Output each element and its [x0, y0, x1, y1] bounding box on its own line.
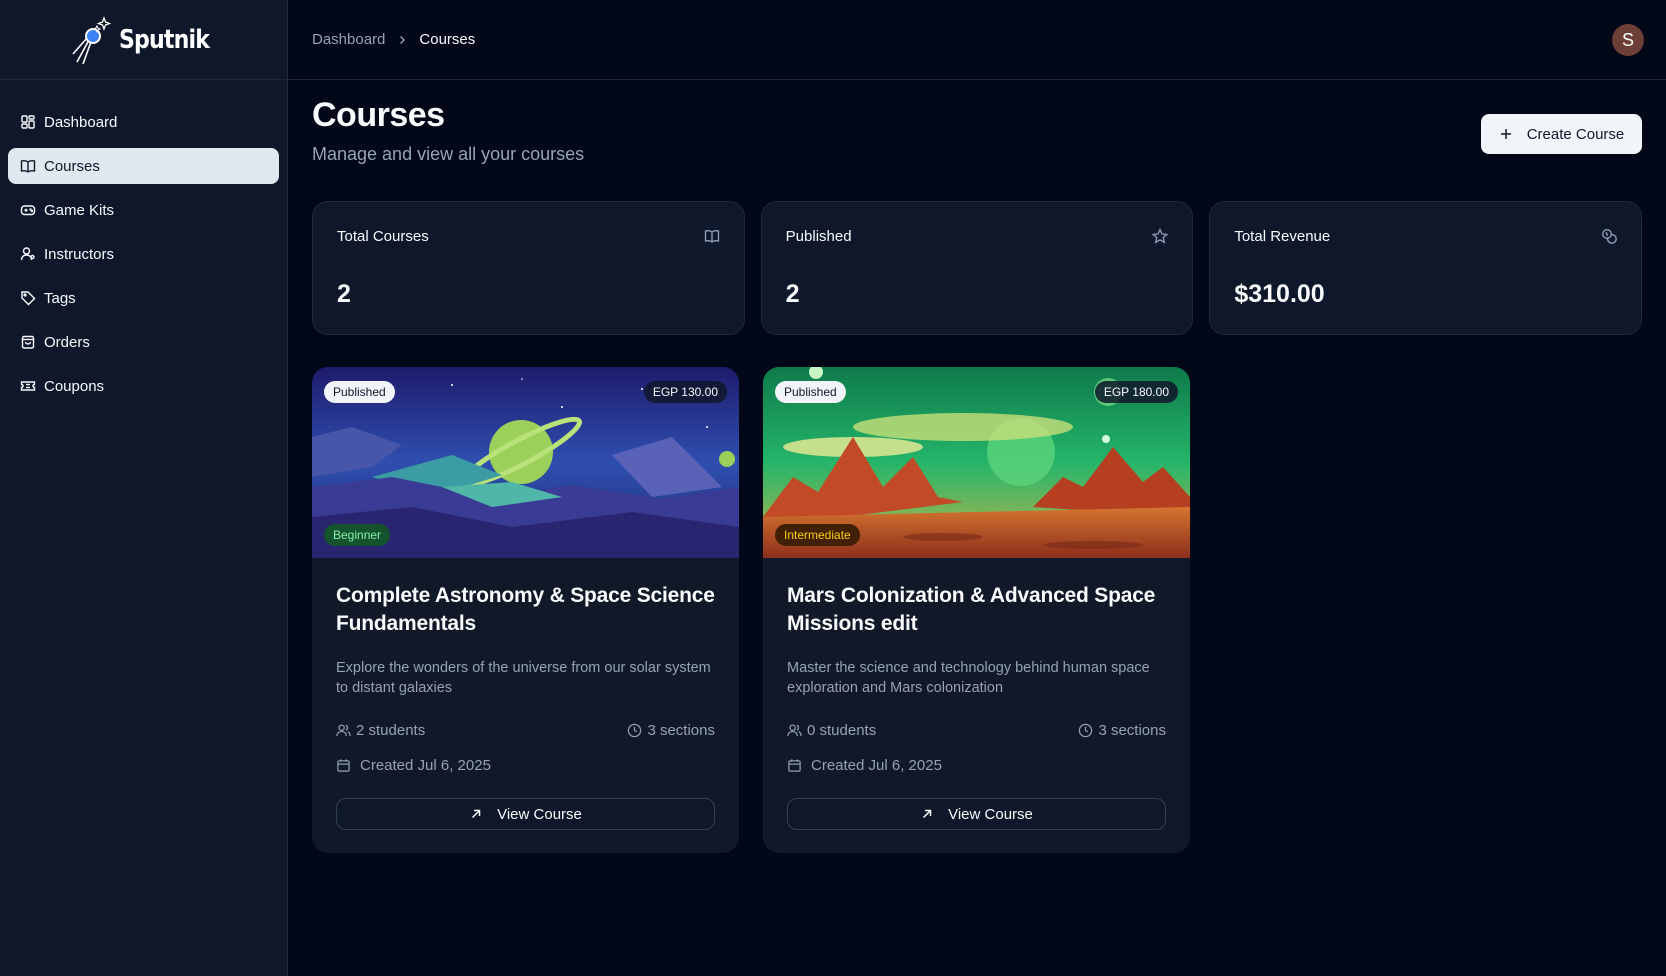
stat-card-total-courses: Total Courses 2: [312, 201, 745, 335]
stat-value: $310.00: [1234, 280, 1325, 308]
status-badge: Published: [775, 381, 846, 403]
stat-label: Total Courses: [337, 228, 429, 245]
stats-row: Total Courses 2 Published 2 Total Revenu…: [312, 201, 1643, 335]
sections-text: 3 sections: [1098, 722, 1166, 739]
arrow-up-right-icon: [923, 809, 932, 819]
sidebar-item-label: Coupons: [44, 377, 105, 395]
course-title[interactable]: Mars Colonization & Advanced Space Missi…: [787, 582, 1166, 638]
sidebar-item-instructors[interactable]: Instructors: [8, 236, 279, 272]
course-description: Explore the wonders of the universe from…: [336, 660, 711, 696]
page-subtitle: Manage and view all your courses: [312, 144, 585, 164]
user-icon: [20, 247, 35, 261]
logo[interactable]: Sputnik: [0, 0, 287, 80]
students-count: 2 students: [336, 722, 425, 739]
sections-count: 3 sections: [1078, 722, 1166, 739]
sidebar-item-courses[interactable]: Courses: [8, 148, 279, 184]
students-count: 0 students: [787, 722, 876, 739]
course-card-body: Complete Astronomy & Space Science Funda…: [312, 558, 739, 830]
tag-icon: [21, 291, 36, 306]
created-text: Created Jul 6, 2025: [360, 757, 491, 774]
create-course-button[interactable]: Create Course: [1481, 114, 1642, 154]
view-course-label: View Course: [948, 805, 1033, 823]
stat-value: 2: [337, 280, 351, 308]
sections-count: 3 sections: [627, 722, 715, 739]
plus-icon: [1500, 129, 1511, 139]
created-text: Created Jul 6, 2025: [811, 757, 942, 774]
stat-label: Total Revenue: [1234, 228, 1331, 245]
clock-icon: [628, 723, 642, 738]
course-title[interactable]: Complete Astronomy & Space Science Funda…: [336, 582, 715, 638]
level-badge: Beginner: [324, 524, 391, 546]
book-icon: [20, 160, 36, 173]
top-bar: Dashboard Courses S: [288, 0, 1666, 80]
level-badge: Intermediate: [775, 524, 860, 546]
sidebar-item-orders[interactable]: Orders: [8, 324, 279, 360]
created-date: Created Jul 6, 2025: [336, 757, 715, 774]
shopping-bag-icon: [21, 335, 35, 349]
book-icon: [704, 230, 719, 243]
students-text: 2 students: [356, 722, 426, 739]
breadcrumb-courses: Courses: [419, 31, 476, 48]
sidebar-item-dashboard[interactable]: Dashboard: [8, 104, 279, 140]
sidebar-item-label: Game Kits: [44, 201, 115, 219]
clock-icon: [1079, 723, 1093, 738]
create-course-label: Create Course: [1526, 125, 1625, 143]
gamepad-icon: [20, 205, 36, 216]
sidebar-item-label: Dashboard: [44, 113, 118, 131]
sidebar-item-coupons[interactable]: Coupons: [8, 368, 279, 404]
ticket-icon: [20, 381, 36, 391]
logo-text: Sputnik: [118, 24, 209, 55]
chevron-right-icon: [397, 35, 407, 45]
students-text: 0 students: [807, 722, 877, 739]
calendar-icon: [337, 759, 350, 772]
course-thumbnail: Published EGP 180.00 Intermediate: [763, 367, 1190, 558]
page-title: Courses: [312, 96, 445, 134]
course-meta-row: 2 students 3 sections: [336, 722, 715, 739]
course-thumbnail: Published EGP 130.00 Beginner: [312, 367, 739, 558]
dashboard-icon: [21, 115, 35, 129]
sidebar-nav: Dashboard Courses Game Kits Instructors …: [0, 80, 287, 404]
course-card-body: Mars Colonization & Advanced Space Missi…: [763, 558, 1190, 830]
stat-card-total-revenue: Total Revenue $310.00: [1209, 201, 1643, 335]
sidebar: Sputnik Dashboard Courses Game Kits Inst…: [0, 0, 288, 976]
course-grid: Published EGP 130.00 Beginner Complete A…: [312, 367, 1190, 853]
price-badge: EGP 130.00: [643, 381, 727, 403]
sidebar-item-label: Instructors: [44, 245, 115, 263]
created-date: Created Jul 6, 2025: [787, 757, 1166, 774]
sidebar-item-label: Tags: [44, 289, 76, 307]
arrow-up-right-icon: [472, 809, 481, 819]
course-description: Master the science and technology behind…: [787, 660, 1150, 696]
status-badge: Published: [324, 381, 395, 403]
course-card[interactable]: Published EGP 130.00 Beginner Complete A…: [312, 367, 739, 853]
avatar[interactable]: S: [1612, 24, 1644, 56]
coins-icon: [1602, 229, 1617, 244]
users-icon: [787, 724, 802, 737]
star-icon: [1152, 228, 1169, 244]
view-course-label: View Course: [497, 805, 582, 823]
sections-text: 3 sections: [647, 722, 715, 739]
view-course-button[interactable]: View Course: [787, 798, 1166, 830]
view-course-button[interactable]: View Course: [336, 798, 715, 830]
sputnik-logo-icon: [71, 15, 111, 64]
calendar-icon: [788, 759, 801, 772]
stat-value: 2: [785, 280, 800, 308]
price-badge: EGP 180.00: [1094, 381, 1178, 403]
stat-card-published: Published 2: [760, 201, 1194, 335]
sidebar-item-label: Courses: [44, 157, 100, 175]
course-meta-row: 0 students 3 sections: [787, 722, 1166, 739]
sidebar-item-tags[interactable]: Tags: [8, 280, 279, 316]
stat-label: Published: [785, 228, 852, 245]
sidebar-item-game-kits[interactable]: Game Kits: [8, 192, 279, 228]
sidebar-item-label: Orders: [44, 333, 90, 351]
breadcrumb-dashboard[interactable]: Dashboard: [312, 31, 385, 48]
course-card[interactable]: Published EGP 180.00 Intermediate Mars C…: [763, 367, 1190, 853]
users-icon: [336, 724, 351, 737]
